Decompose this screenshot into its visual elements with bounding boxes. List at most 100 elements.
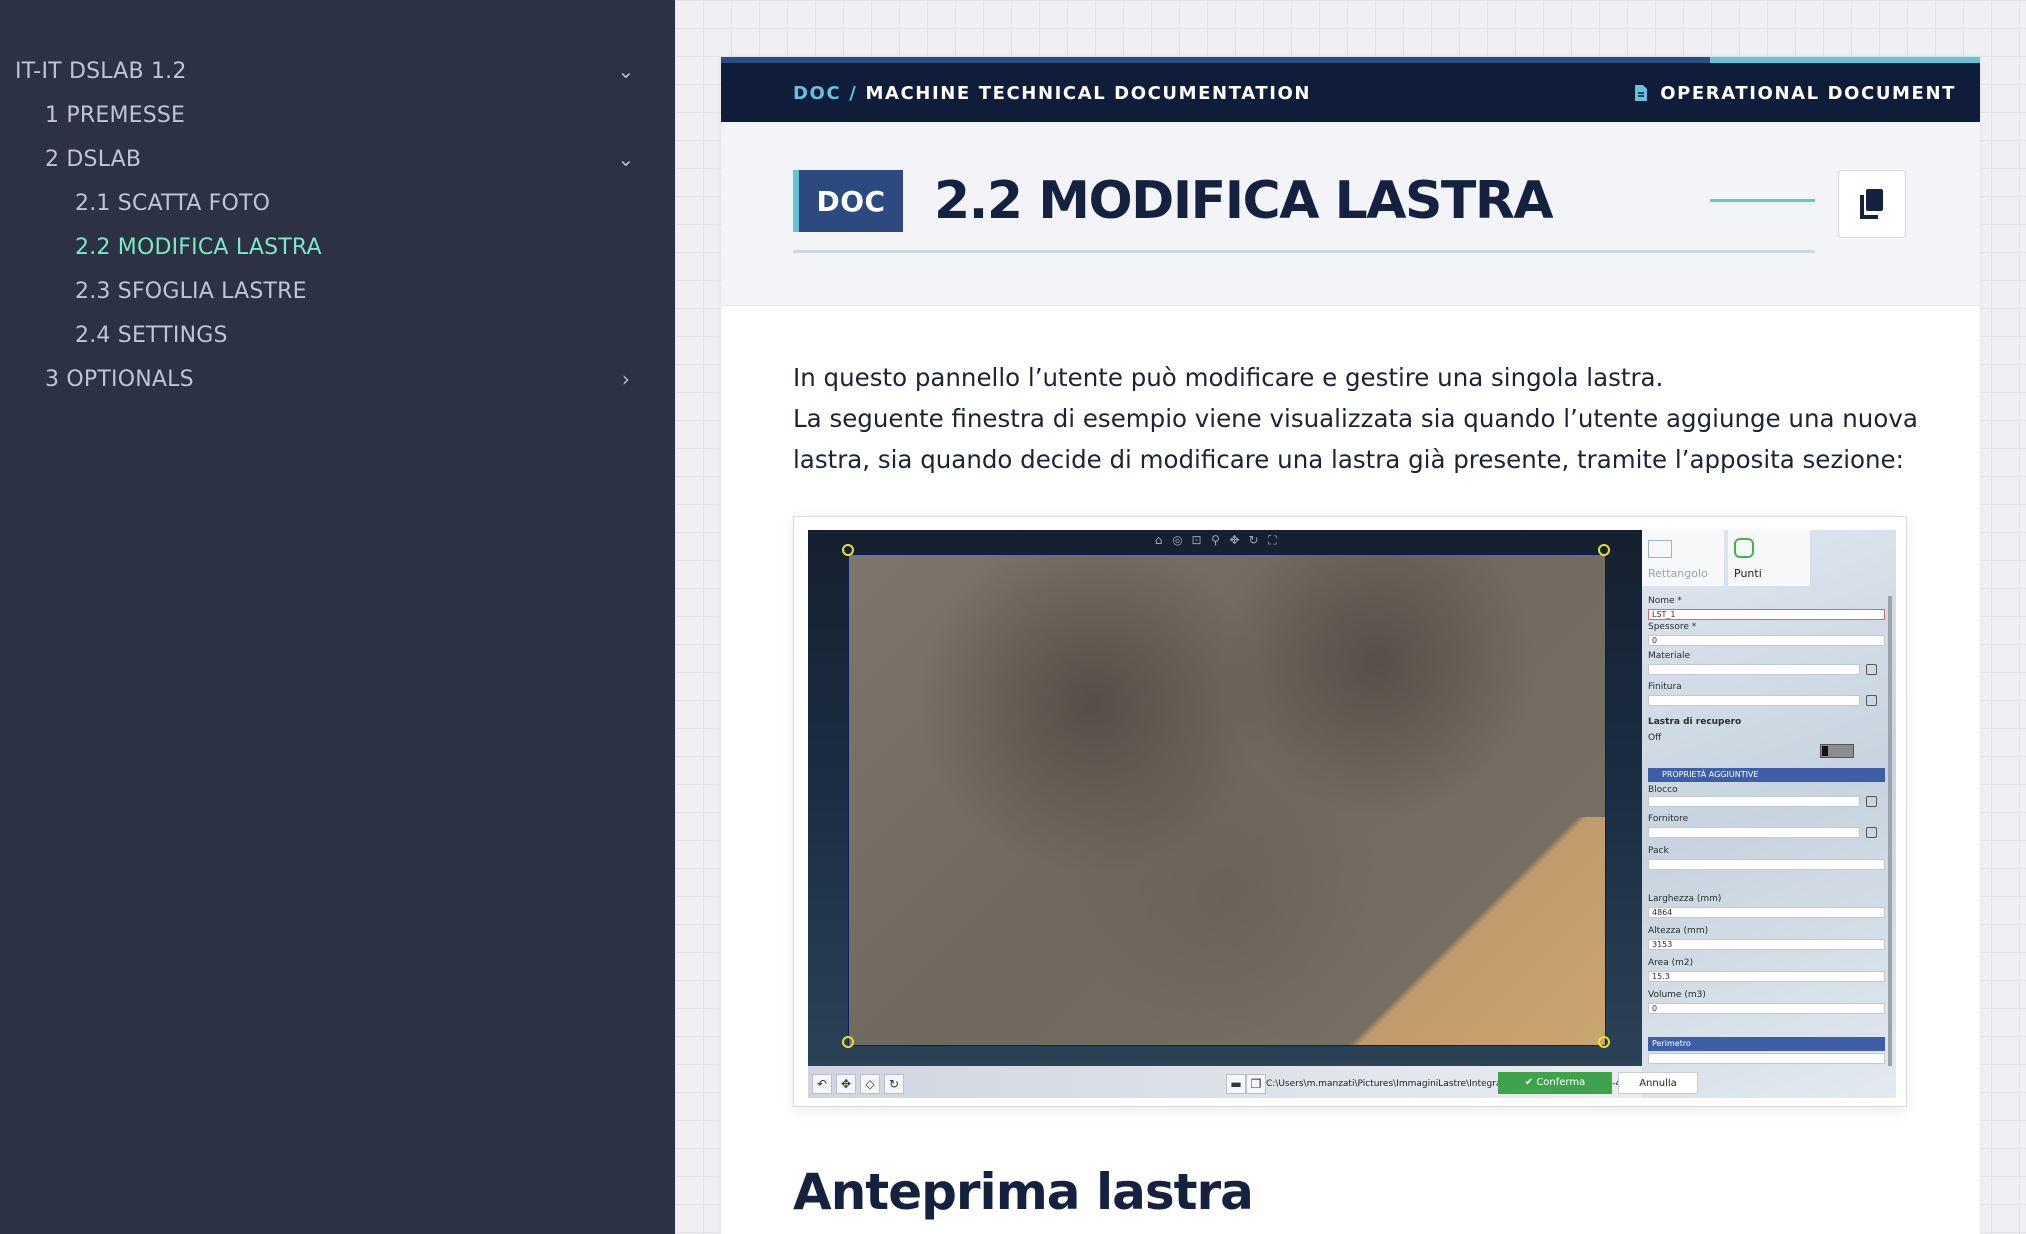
document-icon: [1635, 85, 1648, 101]
copy-path-icon[interactable]: ❐: [1246, 1074, 1266, 1094]
perimeter-header[interactable]: Perimetro: [1648, 1037, 1885, 1051]
volume-label: Volume (m3): [1648, 990, 1706, 1000]
title-divider: [793, 250, 1815, 253]
sidebar-item-label: 2 DSLAB: [45, 146, 142, 172]
folder-icon[interactable]: ▬: [1226, 1074, 1246, 1094]
edit-block-icon[interactable]: [1866, 796, 1877, 807]
chevron-right-icon[interactable]: ›: [612, 367, 640, 391]
mode-points-button[interactable]: Punti: [1728, 530, 1810, 586]
doc-badge: DOC: [793, 170, 903, 232]
rotate-icon[interactable]: ↻: [1247, 534, 1260, 547]
edit-finish-icon[interactable]: [1866, 695, 1877, 706]
move-icon[interactable]: ✥: [836, 1074, 856, 1094]
material-field[interactable]: [1648, 664, 1860, 675]
sidebar-item-optionals[interactable]: 3 OPTIONALS ›: [0, 359, 675, 399]
breadcrumb-separator: /: [849, 82, 858, 104]
copy-icon: [1860, 189, 1883, 219]
check-icon: ✔: [1524, 1077, 1537, 1088]
sidebar-item-label: 1 PREMESSE: [45, 102, 186, 128]
recovery-label: Lastra di recupero: [1648, 717, 1742, 727]
document-type-label: OPERATIONAL DOCUMENT: [1660, 82, 1956, 104]
sidebar-item-label: 3 OPTIONALS: [45, 366, 194, 392]
material-label: Materiale: [1648, 651, 1691, 661]
slab-properties-panel: Rettangolo Punti Nome * LST_1 Spessore *…: [1642, 530, 1896, 1098]
finish-label: Finitura: [1648, 682, 1682, 692]
mode-rectangle-label: Rettangolo: [1648, 567, 1708, 580]
block-field[interactable]: [1648, 796, 1860, 807]
supplier-field[interactable]: [1648, 827, 1860, 838]
sidebar-item-sfoglia-lastre[interactable]: 2.3 SFOGLIA LASTRE: [0, 271, 675, 311]
corner-handle-top-right[interactable]: [1598, 544, 1610, 556]
zoom-icon[interactable]: ⚲: [1209, 534, 1222, 547]
section-heading: Anteprima lastra: [793, 1163, 1254, 1221]
height-label: Altezza (mm): [1648, 926, 1709, 936]
undo-icon[interactable]: ↶: [812, 1074, 832, 1094]
breadcrumb: DOC / MACHINE TECHNICAL DOCUMENTATION: [793, 80, 1311, 106]
fullscreen-icon[interactable]: ⛶: [1266, 534, 1279, 547]
supplier-label: Fornitore: [1648, 814, 1689, 824]
refresh-icon[interactable]: ↻: [884, 1074, 904, 1094]
chevron-down-icon[interactable]: ⌄: [612, 59, 640, 83]
sidebar-item-settings[interactable]: 2.4 SETTINGS: [0, 315, 675, 355]
panel-scrollbar[interactable]: [1888, 596, 1892, 1066]
edit-material-icon[interactable]: [1866, 664, 1877, 675]
document-type: OPERATIONAL DOCUMENT: [1634, 80, 1956, 106]
sidebar-item-label: 2.2 MODIFICA LASTRA: [75, 234, 322, 260]
sidebar-item-dslab[interactable]: 2 DSLAB ⌄: [0, 139, 675, 179]
image-viewer: ⌂ ◎ ⊡ ⚲ ✥ ↻ ⛶: [808, 530, 1642, 1066]
intro-paragraph-1: In questo pannello l’utente può modifica…: [793, 363, 1664, 392]
slab-image[interactable]: [848, 554, 1606, 1046]
mode-rectangle-button[interactable]: Rettangolo: [1642, 530, 1724, 586]
breadcrumb-section: MACHINE TECHNICAL DOCUMENTATION: [865, 82, 1312, 104]
confirm-button[interactable]: ✔ Conferma: [1498, 1072, 1612, 1094]
area-label: Area (m2): [1648, 958, 1694, 968]
copy-button[interactable]: [1838, 170, 1906, 238]
perimeter-field[interactable]: [1648, 1053, 1885, 1064]
pack-label: Pack: [1648, 846, 1669, 856]
rectangle-icon: [1648, 540, 1672, 558]
sidebar-item-label: 2.4 SETTINGS: [75, 322, 228, 348]
area-field[interactable]: 15.3: [1648, 971, 1885, 982]
thickness-label: Spessore *: [1648, 622, 1697, 632]
corner-handle-bottom-left[interactable]: [842, 1036, 854, 1048]
volume-field[interactable]: 0: [1648, 1003, 1885, 1014]
points-icon: [1734, 538, 1754, 558]
cancel-button[interactable]: Annulla: [1618, 1072, 1698, 1094]
corner-handle-top-left[interactable]: [842, 544, 854, 556]
sidebar-item-label: IT-IT DSLAB 1.2: [15, 58, 187, 84]
extra-properties-header[interactable]: PROPRIETÀ AGGIUNTIVE: [1648, 768, 1885, 782]
sidebar-item-root[interactable]: IT-IT DSLAB 1.2 ⌄: [0, 51, 675, 91]
sidebar-item-scatta-foto[interactable]: 2.1 SCATTA FOTO: [0, 183, 675, 223]
sidebar-item-modifica-lastra[interactable]: 2.2 MODIFICA LASTRA: [0, 227, 675, 267]
recovery-toggle[interactable]: [1820, 744, 1854, 758]
width-label: Larghezza (mm): [1648, 894, 1722, 904]
zoom-region-icon[interactable]: ⊡: [1190, 534, 1203, 547]
eraser-icon[interactable]: ◇: [860, 1074, 880, 1094]
title-accent-line: [1710, 199, 1815, 202]
intro-paragraph-2: La seguente finestra di esempio viene vi…: [793, 404, 1918, 433]
home-icon[interactable]: ⌂: [1152, 534, 1165, 547]
pan-icon[interactable]: ✥: [1228, 534, 1241, 547]
block-label: Blocco: [1648, 785, 1678, 795]
sidebar-item-label: 2.1 SCATTA FOTO: [75, 190, 271, 216]
pack-field[interactable]: [1648, 859, 1885, 870]
name-field[interactable]: LST_1: [1648, 609, 1885, 620]
height-field[interactable]: 3153: [1648, 939, 1885, 950]
slab-light-area: [1341, 817, 1605, 1045]
chevron-down-icon[interactable]: ⌄: [612, 147, 640, 171]
thickness-field[interactable]: 0: [1648, 635, 1885, 646]
intro-paragraph-3: lastra, sia quando decide di modificare …: [793, 445, 1904, 474]
breadcrumb-doc-link[interactable]: DOC: [793, 83, 841, 104]
edit-supplier-icon[interactable]: [1866, 827, 1877, 838]
target-icon[interactable]: ◎: [1171, 534, 1184, 547]
confirm-label: Conferma: [1536, 1077, 1586, 1088]
finish-field[interactable]: [1648, 695, 1860, 706]
mode-points-label: Punti: [1734, 567, 1762, 580]
recovery-value: Off: [1648, 733, 1662, 743]
width-field[interactable]: 4864: [1648, 907, 1885, 918]
sidebar-item-premesse[interactable]: 1 PREMESSE: [0, 95, 675, 135]
corner-handle-bottom-right[interactable]: [1598, 1036, 1610, 1048]
header-accent: [1710, 57, 1980, 63]
viewer-toolbar: ⌂ ◎ ⊡ ⚲ ✥ ↻ ⛶: [1152, 534, 1279, 547]
name-label: Nome *: [1648, 596, 1682, 606]
